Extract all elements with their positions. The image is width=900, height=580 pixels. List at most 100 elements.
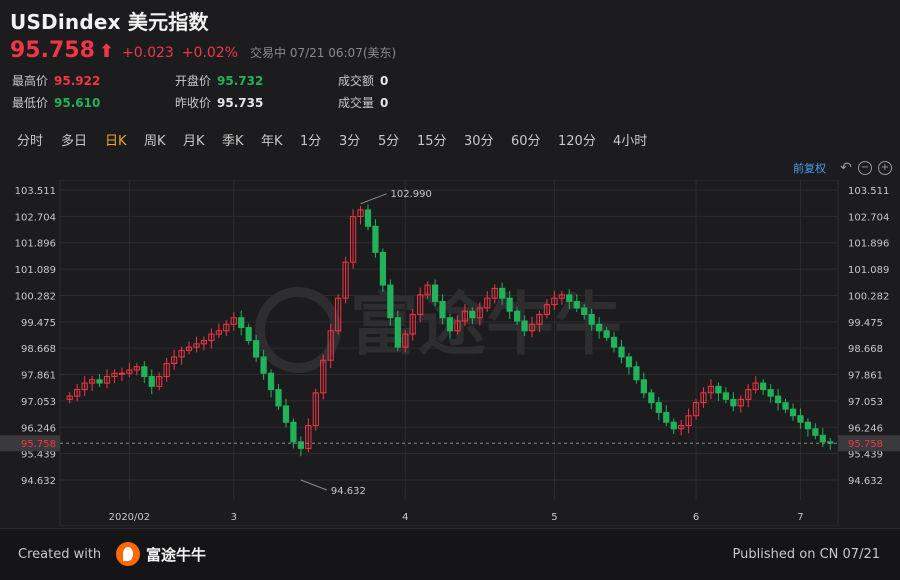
y-tick-label-left: 103.511 [15, 186, 56, 197]
y-tick-label-right: 94.632 [848, 476, 883, 487]
stat-low: 最低价 95.610 [12, 94, 100, 111]
x-tick-label: 3 [231, 512, 237, 523]
candle-body [238, 317, 245, 329]
tab-1min[interactable]: 1分 [300, 130, 321, 149]
candle-body [282, 405, 290, 423]
y-tick-label-right: 95.439 [848, 450, 883, 461]
tab-15min[interactable]: 15分 [417, 130, 447, 149]
candle-body [767, 389, 774, 397]
stat-value: 0 [380, 74, 389, 88]
candle-body [253, 340, 260, 358]
stat-high: 最高价 95.922 [12, 72, 100, 89]
tab-intraday[interactable]: 分时 [17, 130, 43, 149]
tab-3min[interactable]: 3分 [339, 130, 360, 149]
tab-quarterly-k[interactable]: 季K [222, 130, 244, 149]
y-tick-label-right: 102.704 [848, 212, 889, 223]
futu-logo: 富途牛牛 [116, 542, 206, 566]
y-tick-label-right: 98.668 [848, 344, 883, 355]
tab-daily-k[interactable]: 日K [105, 130, 127, 149]
tab-120min[interactable]: 120分 [558, 130, 596, 149]
candle-body [655, 402, 662, 413]
stat-label: 开盘价 [175, 74, 212, 88]
last-price: 95.758 [10, 38, 95, 63]
y-tick-label-left: 95.439 [21, 450, 56, 461]
candle-body [722, 392, 729, 400]
candle-body [506, 297, 513, 312]
stats-panel: 最高价 95.922 开盘价 95.732 成交额 0 最低价 95.610 昨收价 95… [12, 72, 432, 112]
stat-open: 开盘价 95.732 [175, 72, 263, 89]
y-tick-label-right: 96.246 [848, 423, 883, 434]
y-tick-label-left: 94.632 [21, 476, 56, 487]
candle-body [789, 408, 797, 417]
y-tick-label-left: 96.246 [21, 423, 56, 434]
price-change: +0.023 [122, 45, 174, 61]
candle-body [387, 284, 394, 319]
tab-30min[interactable]: 30分 [464, 130, 494, 149]
candle-body [715, 385, 722, 394]
candle-body [648, 392, 655, 404]
stat-turnover: 成交额 0 [338, 72, 388, 89]
footer: Created with 富途牛牛 Published on CN 07/21 [0, 528, 900, 580]
y-tick-label-right: 97.053 [848, 397, 883, 408]
candle-body [141, 366, 148, 378]
zoom-out-icon[interactable]: − [858, 161, 872, 175]
candle-body [819, 434, 826, 443]
stat-value: 95.732 [217, 74, 264, 88]
candle-body [394, 317, 401, 348]
tab-yearly-k[interactable]: 年K [261, 130, 283, 149]
y-tick-label-left: 101.896 [15, 239, 56, 250]
candle-body [364, 209, 372, 227]
price-change-pct: +0.02% [181, 45, 239, 61]
stat-label: 昨收价 [175, 96, 212, 110]
tab-4hour[interactable]: 4小时 [613, 130, 647, 149]
up-arrow-icon: ⬆ [98, 41, 114, 62]
y-tick-label-left: 97.053 [21, 397, 56, 408]
candle-body [588, 313, 595, 325]
candle-body [521, 320, 528, 332]
undo-icon[interactable]: ↶ [840, 161, 852, 175]
tab-5min[interactable]: 5分 [378, 130, 399, 149]
candle-body [804, 421, 812, 430]
y-tick-label-left: 99.475 [21, 318, 56, 329]
candle-body [275, 389, 282, 407]
candle-body [596, 323, 603, 332]
futu-logo-text: 富途牛牛 [146, 545, 207, 564]
y-tick-label-right: 103.511 [848, 186, 889, 197]
candle-body [670, 421, 677, 430]
page-title: USDindex 美元指数 [10, 10, 209, 34]
y-tick-label-right: 101.089 [848, 265, 889, 276]
y-tick-label-right: 101.896 [848, 239, 889, 250]
candle-body [774, 395, 782, 404]
candle-body [379, 251, 387, 286]
price-adjust-button[interactable]: 前复权 [793, 160, 826, 176]
period-tabs: 分时 多日 日K 周K 月K 季K 年K 1分 3分 5分 15分 30分 60… [0, 130, 900, 154]
y-tick-label-right: 97.861 [848, 371, 883, 382]
candle-body [618, 346, 625, 358]
published-label: Published on CN 07/21 [732, 547, 880, 562]
stat-value: 95.922 [54, 74, 101, 88]
y-tick-label-left: 101.089 [15, 265, 56, 276]
candle-body [581, 307, 588, 315]
futu-logo-icon [116, 542, 140, 566]
x-tick-label: 4 [402, 512, 408, 523]
candlestick-chart[interactable]: 富途牛牛 103.511 103.511102.704 102.704101.896… [0, 180, 900, 526]
candle-body [439, 300, 446, 319]
x-tick-label: 7 [797, 512, 803, 523]
tab-weekly-k[interactable]: 周K [144, 130, 166, 149]
zoom-in-icon[interactable]: + [878, 161, 892, 175]
tab-60min[interactable]: 60分 [511, 130, 541, 149]
candle-body [245, 327, 252, 342]
y-tick-label-left: 102.704 [15, 212, 56, 223]
x-tick-label: 5 [551, 512, 557, 523]
created-with-label: Created with [18, 547, 102, 562]
high-annotation-label: 102.990 [391, 189, 432, 200]
candle-body [513, 310, 521, 322]
candle-body [469, 310, 476, 319]
current-price-label-right: 95.758 [848, 439, 883, 450]
tab-monthly-k[interactable]: 月K [183, 130, 205, 149]
candle-body [633, 366, 640, 381]
candle-body [372, 225, 379, 253]
candle-body [446, 317, 454, 332]
tab-multiday[interactable]: 多日 [61, 130, 87, 149]
candle-body [610, 336, 618, 348]
